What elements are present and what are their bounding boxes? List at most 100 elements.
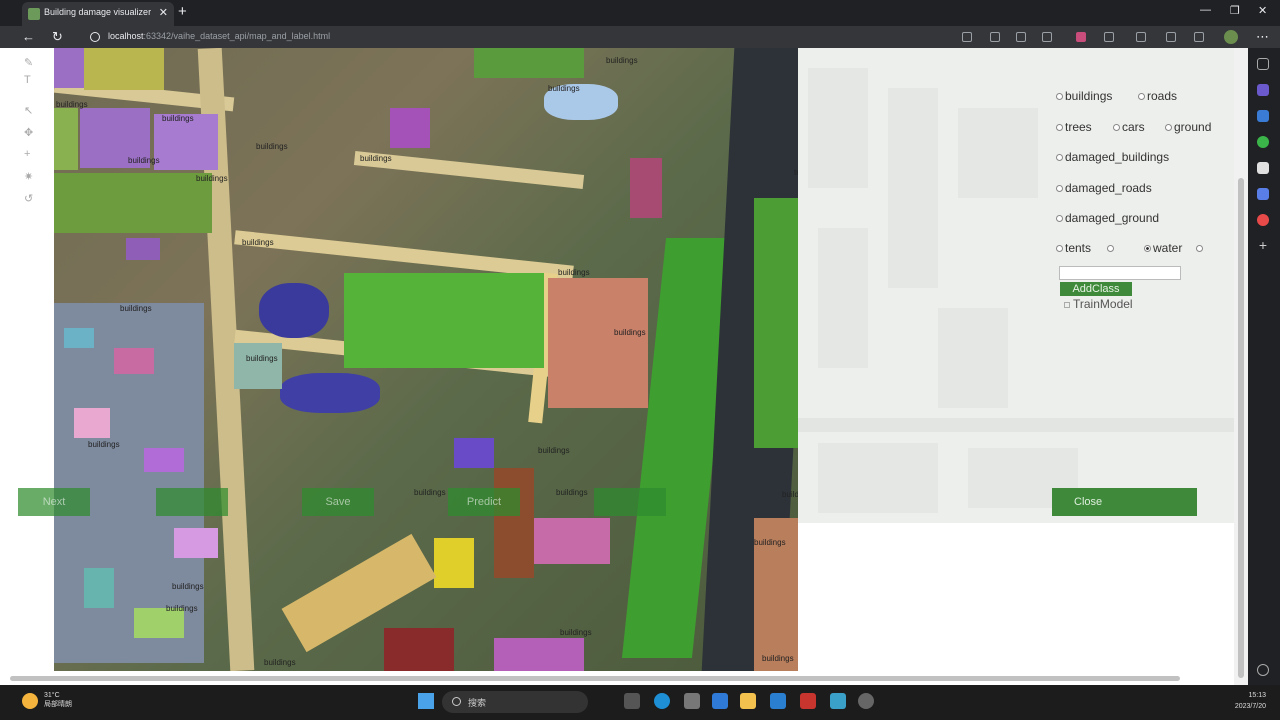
- train-model-option[interactable]: TrainModel: [1064, 297, 1133, 311]
- class-option-ground[interactable]: ground: [1165, 120, 1211, 134]
- radio-icon[interactable]: [1056, 93, 1063, 101]
- more-menu-icon[interactable]: ⋯: [1256, 29, 1269, 45]
- class-label: damaged_ground: [1065, 211, 1160, 225]
- radio-icon[interactable]: [1165, 124, 1172, 132]
- new-class-input[interactable]: [1059, 266, 1181, 280]
- radio-selected-icon[interactable]: [1144, 245, 1151, 253]
- restore-icon[interactable]: ❐: [1230, 4, 1240, 17]
- radio-icon[interactable]: [1113, 124, 1120, 132]
- site-info-icon[interactable]: [90, 32, 100, 42]
- collections-icon[interactable]: [1194, 32, 1204, 42]
- close-tab-icon[interactable]: ✕: [159, 6, 168, 19]
- map-label: buildings: [120, 304, 152, 313]
- radio-icon[interactable]: [1056, 215, 1063, 223]
- class-option-cars[interactable]: cars: [1113, 120, 1145, 134]
- add-sidebar-icon[interactable]: +: [1257, 238, 1269, 252]
- save-button[interactable]: Save: [302, 488, 374, 516]
- favorites-bar-icon[interactable]: [1166, 32, 1176, 42]
- new-tab-button[interactable]: +: [178, 3, 187, 20]
- magic-tool-icon[interactable]: ✷: [24, 170, 33, 183]
- split-screen-icon[interactable]: [1136, 32, 1146, 42]
- radio-icon[interactable]: [1056, 245, 1063, 253]
- tag-icon[interactable]: [1257, 84, 1269, 96]
- close-button[interactable]: Close: [1052, 488, 1197, 516]
- profile-avatar[interactable]: [1224, 30, 1238, 44]
- pen-tool-icon[interactable]: ✎: [24, 56, 33, 69]
- undo-tool-icon[interactable]: ↺: [24, 192, 33, 205]
- map-label: buildings: [256, 142, 288, 151]
- tools-icon[interactable]: [1257, 110, 1269, 122]
- read-aloud-icon[interactable]: [962, 32, 972, 42]
- edge-icon[interactable]: [654, 693, 670, 709]
- radio-icon[interactable]: [1056, 154, 1063, 162]
- tree-segment: [474, 48, 584, 78]
- zoom-icon[interactable]: [1016, 32, 1026, 42]
- app-icon[interactable]: [830, 693, 846, 709]
- add-class-button[interactable]: AddClass: [1060, 282, 1132, 296]
- building-segment: [144, 448, 184, 472]
- wps-icon[interactable]: [800, 693, 816, 709]
- train-model-checkbox[interactable]: [1064, 302, 1070, 308]
- favorite-icon[interactable]: [1042, 32, 1052, 42]
- class-option-buildings[interactable]: buildings: [1056, 89, 1112, 103]
- drop-icon[interactable]: [1257, 214, 1269, 226]
- class-option-tents[interactable]: tents: [1056, 241, 1116, 255]
- store-icon[interactable]: [712, 693, 728, 709]
- drawing-toolbar: ✎ T ↖ ✥ + ✷ ↺: [14, 48, 54, 518]
- office-icon[interactable]: [1257, 162, 1269, 174]
- url-field[interactable]: localhost:63342/vaihe_dataset_api/map_an…: [108, 31, 330, 41]
- class-label: tents: [1065, 241, 1092, 255]
- radio-icon[interactable]: [1056, 185, 1063, 193]
- settings-app-icon[interactable]: [684, 693, 700, 709]
- taskbar-search[interactable]: 搜索: [442, 691, 588, 713]
- radio-icon[interactable]: [1056, 124, 1063, 132]
- taskbar: 31°C 局部晴朗 搜索 15:13 2023/7/20: [0, 685, 1280, 720]
- class-option-trees[interactable]: trees: [1056, 120, 1092, 134]
- building-segment: [390, 108, 430, 148]
- settings-gear-icon[interactable]: [1257, 664, 1269, 676]
- class-label: roads: [1147, 89, 1178, 103]
- predict-button[interactable]: Predict: [448, 488, 520, 516]
- task-view-icon[interactable]: [624, 693, 640, 709]
- vertical-scrollbar[interactable]: [1234, 48, 1248, 685]
- class-option-water[interactable]: water: [1144, 241, 1205, 255]
- translate-icon[interactable]: [990, 32, 1000, 42]
- outlook-icon[interactable]: [1257, 188, 1269, 200]
- extension-icon[interactable]: [1076, 32, 1086, 42]
- next-button[interactable]: Next: [18, 488, 90, 516]
- scroll-thumb[interactable]: [1238, 178, 1244, 678]
- map-label: buildings: [166, 604, 198, 613]
- radio-icon[interactable]: [1196, 245, 1204, 253]
- back-icon[interactable]: ←: [22, 29, 35, 44]
- pan-tool-icon[interactable]: +: [24, 148, 30, 160]
- system-clock[interactable]: 15:13 2023/7/20: [1226, 690, 1266, 712]
- radio-icon[interactable]: [1107, 245, 1115, 253]
- weather-widget[interactable]: 31°C 局部晴朗: [44, 691, 72, 709]
- secondary-button[interactable]: [156, 488, 228, 516]
- segmentation-map[interactable]: buildings buildings buildings buildings …: [54, 48, 798, 671]
- browser-tab[interactable]: Building damage visualizer ✕: [22, 2, 174, 26]
- close-window-icon[interactable]: ✕: [1258, 4, 1267, 17]
- class-option-roads[interactable]: roads: [1138, 89, 1177, 103]
- ground-segment: [54, 108, 78, 170]
- horizontal-scrollbar[interactable]: [10, 676, 1180, 681]
- start-icon[interactable]: [418, 693, 434, 709]
- extensions-icon[interactable]: [1104, 32, 1114, 42]
- file-explorer-icon[interactable]: [740, 693, 756, 709]
- radio-icon[interactable]: [1138, 93, 1145, 101]
- chrome-icon[interactable]: [858, 693, 874, 709]
- games-icon[interactable]: [1257, 136, 1269, 148]
- cursor-tool-icon[interactable]: ↖: [24, 104, 33, 117]
- weather-icon[interactable]: [22, 693, 38, 709]
- tertiary-button[interactable]: [594, 488, 666, 516]
- search-icon[interactable]: [1257, 58, 1269, 70]
- page-favicon-icon: [28, 8, 40, 20]
- class-option-damaged-buildings[interactable]: damaged_buildings: [1056, 150, 1169, 164]
- minimize-icon[interactable]: —: [1200, 4, 1211, 16]
- move-tool-icon[interactable]: ✥: [24, 126, 33, 139]
- text-tool-icon[interactable]: T: [24, 74, 31, 86]
- vscode-icon[interactable]: [770, 693, 786, 709]
- class-option-damaged-roads[interactable]: damaged_roads: [1056, 181, 1152, 195]
- class-option-damaged-ground[interactable]: damaged_ground: [1056, 211, 1159, 225]
- refresh-icon[interactable]: ↻: [52, 29, 63, 45]
